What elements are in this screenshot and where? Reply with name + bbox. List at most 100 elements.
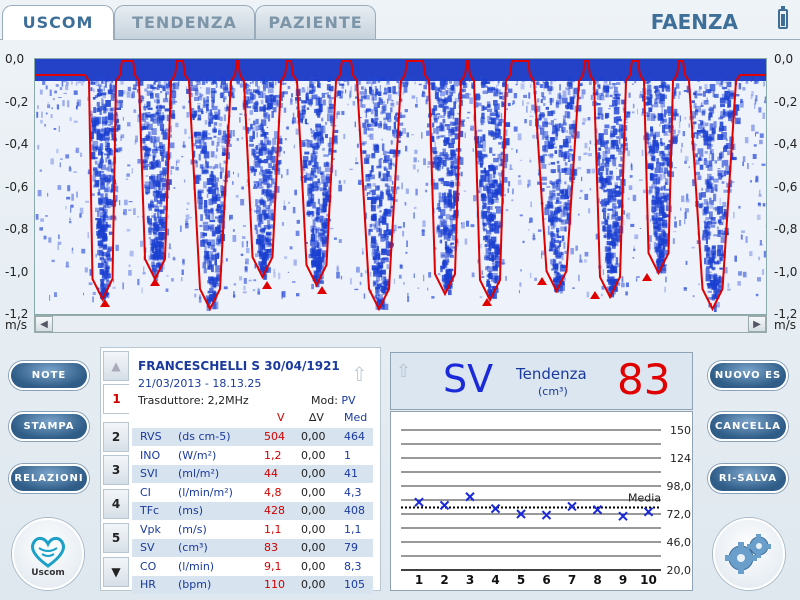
uscom-logo[interactable]: Uscom — [12, 518, 84, 590]
record-scroll-down-button[interactable]: ▼ — [103, 557, 129, 587]
trend-point[interactable] — [643, 507, 654, 517]
table-row[interactable]: SV (cm³) 83 0,00 79 — [132, 539, 373, 557]
record-tab-1[interactable]: 1 — [103, 384, 129, 414]
table-row[interactable]: CI (l/min/m²) 4,8 0,00 4,3 — [132, 484, 373, 502]
header-v: V — [277, 411, 285, 424]
row-delta: 0,00 — [301, 559, 326, 573]
row-name: TFc — [140, 504, 160, 517]
tab-paziente[interactable]: PAZIENTE — [255, 5, 376, 39]
x-tick-label: 8 — [593, 573, 601, 587]
patient-name: FRANCESCHELLI S 30/04/1921 — [138, 359, 340, 373]
velocity-tick-label-left: -0,4 — [5, 137, 29, 151]
velocity-tick-label-left: -0,6 — [5, 179, 29, 194]
row-unit: (ds cm-5) — [178, 430, 231, 443]
row-delta: 0,00 — [301, 485, 326, 499]
table-row[interactable]: HR (bpm) 110 0,00 105 — [132, 576, 373, 594]
row-value: 428 — [264, 504, 285, 517]
velocity-unit-left: m/s — [5, 318, 27, 332]
velocity-tick-label-right: -0,2 — [774, 94, 798, 109]
row-delta: 0,00 — [301, 448, 326, 462]
table-row[interactable]: RVS (ds cm-5) 504 0,00 464 — [132, 428, 373, 446]
table-row[interactable]: Vpk (m/s) 1,1 0,00 1,1 — [132, 521, 373, 539]
transducer-info: Trasduttore: 2,2MHz — [138, 394, 249, 407]
scroll-right-button[interactable]: ▶ — [748, 316, 766, 332]
resave-button[interactable]: RI-SALVA — [708, 464, 788, 493]
y-tick-label: 72,0 — [667, 508, 692, 521]
exam-datetime: 21/03/2013 - 18.13.25 — [138, 377, 262, 390]
record-tab-2[interactable]: 2 — [103, 422, 129, 452]
trend-point[interactable] — [618, 511, 628, 521]
mean-label: Media — [628, 492, 661, 505]
header-delta-v: ∆V — [309, 411, 324, 424]
y-tick-label: 98,0 — [667, 480, 692, 493]
table-row[interactable]: SVI (ml/m²) 44 0,00 41 — [132, 465, 373, 483]
row-unit: (cm³) — [178, 541, 208, 554]
velocity-tick-label-left: -1,0 — [5, 264, 29, 279]
delete-button[interactable]: CANCELLA — [708, 412, 788, 441]
row-value: 1,2 — [264, 448, 282, 462]
velocity-tick-label-right: -0,6 — [774, 179, 798, 194]
velocity-tick-label-left: -0,2 — [5, 94, 29, 109]
row-median: 408 — [344, 504, 365, 517]
y-tick-label: 20,0 — [667, 564, 692, 577]
up-arrow-icon[interactable]: ⇧ — [396, 361, 411, 382]
reports-button[interactable]: RELAZIONI — [9, 464, 89, 493]
record-scroll-up-button[interactable]: ▲ — [103, 351, 129, 381]
row-delta: 0,00 — [301, 578, 326, 591]
row-name: INO — [140, 448, 161, 462]
table-row[interactable]: TFc (ms) 428 0,00 408 — [132, 502, 373, 520]
row-median: 41 — [344, 467, 358, 480]
row-value: 44 — [264, 467, 278, 480]
row-median: 8,3 — [344, 559, 362, 573]
x-tick-label: 5 — [517, 573, 525, 587]
mode-value: PV — [341, 394, 356, 407]
trend-point[interactable] — [414, 497, 424, 507]
trend-point[interactable] — [490, 503, 501, 514]
record-tabs: ▲ 1 2 3 4 5 ▼ — [103, 351, 129, 587]
velocity-tick-label-right: 0,0 — [774, 52, 794, 66]
row-value: 1,1 — [264, 522, 282, 536]
table-row[interactable]: CO (l/min) 9,1 0,00 8,3 — [132, 558, 373, 576]
battery-icon — [778, 6, 788, 29]
row-delta: 0,00 — [301, 467, 326, 480]
parameter-unit: (cm³) — [538, 385, 568, 398]
table-row[interactable]: INO (W/m²) 1,2 0,00 1 — [132, 447, 373, 465]
row-median: 464 — [344, 430, 365, 443]
velocity-tick-label-right: -0,8 — [774, 222, 798, 236]
up-arrow-icon[interactable]: ⇧ — [351, 362, 371, 386]
y-tick-label: 46,0 — [667, 536, 692, 549]
velocity-tick-label-right: -1,0 — [774, 264, 798, 279]
note-button[interactable]: NOTE — [9, 361, 89, 390]
scroll-left-button[interactable]: ◀ — [35, 316, 53, 332]
settings-button[interactable] — [713, 518, 785, 590]
row-unit: (ms) — [178, 504, 204, 517]
patient-panel: ▲ 1 2 3 4 5 ▼ FRANCESCHELLI S 30/04/1921… — [100, 347, 381, 594]
site-name: FAENZA — [650, 10, 738, 34]
trend-point[interactable] — [567, 501, 577, 512]
tab-tendenza[interactable]: TENDENZA — [114, 5, 255, 39]
trend-point[interactable] — [541, 510, 552, 520]
trend-chart: 150 124 98,0 72,0 46,0 20,0 1 2 3 4 5 6 7 8 9 10 Media — [390, 411, 693, 591]
row-value: 4,8 — [264, 485, 282, 499]
print-button[interactable]: STAMPA — [9, 412, 89, 441]
row-name: CI — [140, 485, 151, 499]
new-exam-button[interactable]: NUOVO ES — [708, 361, 788, 390]
mode-label: Mod: — [311, 394, 338, 407]
velocity-tick-label-left: 0,0 — [5, 52, 25, 66]
record-tab-5[interactable]: 5 — [103, 523, 129, 553]
header-med: Med — [344, 411, 368, 424]
velocity-tick-label-right: -0,4 — [774, 137, 798, 151]
spectral-scrollbar[interactable]: ◀ ▶ — [34, 315, 767, 333]
record-tab-3[interactable]: 3 — [103, 455, 129, 485]
row-delta: 0,00 — [301, 541, 326, 554]
tab-uscom[interactable]: USCOM — [2, 5, 114, 40]
row-unit: (ml/m²) — [178, 467, 220, 480]
row-value: 110 — [264, 578, 285, 591]
row-unit: (l/min) — [178, 559, 215, 573]
row-delta: 0,00 — [301, 522, 326, 536]
x-tick-label: 10 — [640, 573, 657, 587]
trend-point[interactable] — [439, 500, 450, 511]
record-tab-4[interactable]: 4 — [103, 489, 129, 519]
row-name: CO — [140, 559, 157, 573]
x-tick-label: 3 — [466, 573, 474, 587]
